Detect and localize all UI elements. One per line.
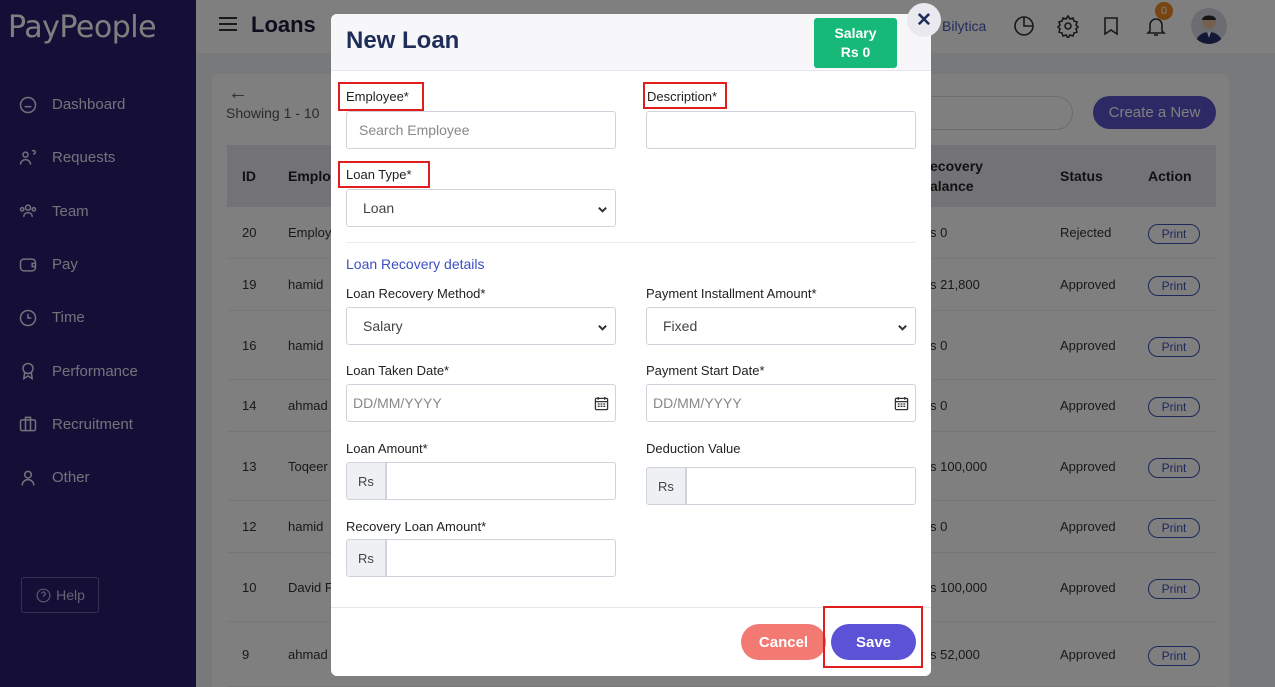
salary-badge: Salary Rs 0	[814, 18, 897, 68]
calendar-icon[interactable]	[594, 396, 609, 411]
installment-value: Fixed	[663, 318, 698, 334]
modal-header: New Loan Salary Rs 0	[331, 14, 931, 71]
save-button[interactable]: Save	[831, 624, 916, 660]
currency-addon: Rs	[346, 539, 386, 577]
section-title: Loan Recovery details	[346, 256, 485, 272]
currency-addon: Rs	[646, 467, 686, 505]
recovery-amount-input[interactable]	[386, 539, 616, 577]
installment-label: Payment Installment Amount*	[646, 286, 817, 301]
salary-value: Rs 0	[840, 44, 871, 60]
close-icon[interactable]: ✕	[907, 3, 941, 37]
start-date-input[interactable]: DD/MM/YYYY	[646, 384, 916, 422]
recovery-method-select[interactable]: Salary	[346, 307, 616, 345]
taken-date-placeholder: DD/MM/YYYY	[353, 395, 442, 411]
deduction-label: Deduction Value	[646, 441, 741, 456]
chevron-down-icon	[898, 324, 907, 331]
cancel-button[interactable]: Cancel	[741, 624, 826, 660]
taken-date-label: Loan Taken Date*	[346, 363, 450, 378]
chevron-down-icon	[598, 324, 607, 331]
recovery-method-value: Salary	[363, 318, 403, 334]
calendar-icon[interactable]	[894, 396, 909, 411]
taken-date-input[interactable]: DD/MM/YYYY	[346, 384, 616, 422]
deduction-input[interactable]	[686, 467, 916, 505]
description-input[interactable]	[646, 111, 916, 149]
description-label: Description*	[647, 89, 718, 104]
loan-amount-label: Loan Amount*	[346, 441, 428, 456]
modal-title: New Loan	[346, 27, 460, 54]
installment-select[interactable]: Fixed	[646, 307, 916, 345]
recovery-method-label: Loan Recovery Method*	[346, 286, 486, 301]
start-date-label: Payment Start Date*	[646, 363, 765, 378]
employee-label: Employee*	[346, 89, 409, 104]
recovery-amount-label: Recovery Loan Amount*	[346, 519, 487, 534]
currency-addon: Rs	[346, 462, 386, 500]
loan-type-value: Loan	[363, 200, 395, 216]
loan-type-label: Loan Type*	[346, 167, 412, 182]
chevron-down-icon	[598, 206, 607, 213]
salary-label: Salary	[834, 25, 877, 41]
start-date-placeholder: DD/MM/YYYY	[653, 395, 742, 411]
loan-type-select[interactable]: Loan	[346, 189, 616, 227]
loan-amount-input[interactable]	[386, 462, 616, 500]
employee-search-input[interactable]: Search Employee	[346, 111, 616, 149]
section-divider	[346, 242, 916, 243]
